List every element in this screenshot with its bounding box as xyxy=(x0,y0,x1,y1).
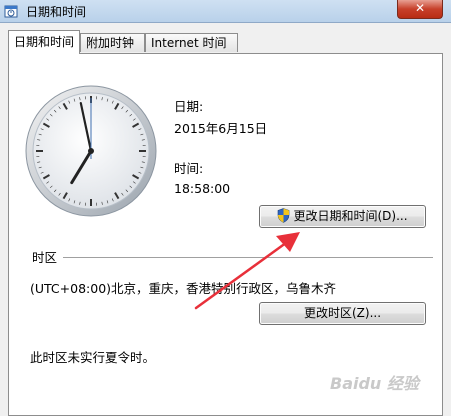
clock-calendar-icon xyxy=(4,5,18,18)
title-bar: 日期和时间 ✕ xyxy=(0,0,451,23)
change-timezone-label: 更改时区(Z)... xyxy=(303,306,382,320)
tab-label: 附加时钟 xyxy=(86,36,135,50)
close-button[interactable]: ✕ xyxy=(397,0,443,19)
date-label: 日期: xyxy=(174,99,204,114)
tab-date-time[interactable]: 日期和时间 xyxy=(8,30,80,54)
window-title: 日期和时间 xyxy=(26,5,87,19)
date-value: 2015年6月15日 xyxy=(174,121,268,136)
change-date-time-button[interactable]: 更改日期和时间(D)... xyxy=(259,205,426,228)
tab-label: 日期和时间 xyxy=(14,35,75,49)
tab-label: Internet 时间 xyxy=(151,36,227,50)
watermark: Baidu 经验 xyxy=(330,374,419,393)
analog-clock xyxy=(25,85,157,217)
timezone-section-label: 时区 xyxy=(32,250,58,265)
uac-shield-icon xyxy=(278,208,290,223)
time-label: 时间: xyxy=(174,161,204,176)
close-icon: ✕ xyxy=(414,1,426,15)
dst-note: 此时区未实行夏令时。 xyxy=(30,350,156,365)
change-date-time-label: 更改日期和时间(D)... xyxy=(293,209,408,223)
annotation-arrow xyxy=(194,232,300,310)
time-value: 18:58:00 xyxy=(174,181,231,196)
tab-internet-time[interactable]: Internet 时间 xyxy=(145,33,238,52)
tab-additional-clocks[interactable]: 附加时钟 xyxy=(80,33,145,52)
